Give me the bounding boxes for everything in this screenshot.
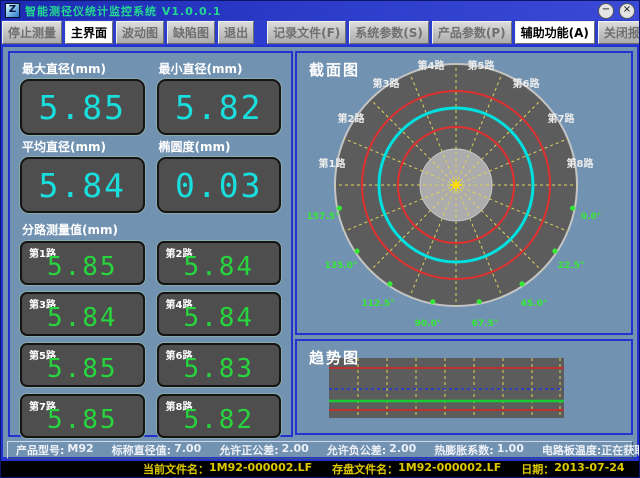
minimize-button[interactable]: − [598,3,614,19]
channel-5-display: 第5路 5.85 [20,343,145,387]
client-area: 最大直径(mm) 5.85 最小直径(mm) 5.82 平均直径(mm) 5.8… [1,45,639,459]
date-value: 2013-07-24 [554,461,624,477]
status-strip: 产品型号: M92 标称直径值: 7.00 允许正公差: 2.00 允许负公差:… [7,441,633,459]
expansion-coef-label: 热膨胀系数: [434,442,493,458]
menu-close-alarm[interactable]: 关闭报警(M) [598,21,640,44]
menu-system-params[interactable]: 系统参数(S) [349,21,429,44]
menu-defect-chart[interactable]: 缺陷图 [167,21,215,44]
channel-3-value: 5.84 [22,303,143,333]
angle-label-90: 90.0° [415,319,442,329]
menu-bar: 停止测量 主界面 波动图 缺陷图 退出 记录文件(F) 系统参数(S) 产品参数… [1,20,639,45]
path-label-8: 第8路 [567,157,595,170]
min-diameter-display: 5.82 [157,79,282,135]
saved-file-value: 1M92-000002.LF [398,461,501,477]
trend-plot-area [329,358,564,418]
avg-diameter-label: 平均直径(mm) [22,138,145,155]
channel-section-label: 分路测量值(mm) [22,221,281,238]
menu-main-view[interactable]: 主界面 [65,21,113,44]
ovality-value: 0.03 [175,166,262,205]
angle-label-45: 45.0° [521,299,548,309]
window-title: 智能测径仪统计监控系统 V1.0.0.1 [25,3,593,19]
path-label-7: 第7路 [548,112,576,125]
path-label-1: 第1路 [319,157,347,170]
pos-tolerance-label: 允许正公差: [219,442,278,458]
trend-title: 趋势图 [309,347,360,368]
min-diameter-value: 5.82 [175,88,262,127]
channel-8-display: 第8路 5.82 [157,394,282,438]
cross-section-title: 截面图 [309,59,360,80]
menu-exit[interactable]: 退出 [218,21,254,44]
product-model-value: M92 [67,442,93,458]
title-bar: Z 智能测径仪统计监控系统 V1.0.0.1 − × [1,1,639,20]
cross-section-chart: 第1路 第2路 第3路 第4路 第5路 第6路 第7路 第8路 [297,53,631,333]
angle-label-135: 135.0° [325,261,358,271]
max-diameter-label: 最大直径(mm) [22,60,145,77]
board-temp-notice: 电路板温度:正在获取，稍等片刻... [542,442,640,458]
current-file-label: 当前文件名： [143,461,209,477]
channel-4-display: 第4路 5.84 [157,292,282,336]
path-label-3: 第3路 [373,77,401,90]
product-model-label: 产品型号: [16,442,64,458]
app-icon: Z [5,3,20,18]
cross-section-panel: 截面图 [295,51,633,335]
avg-diameter-value: 5.84 [39,166,126,205]
menu-aux-functions[interactable]: 辅助功能(A) [515,21,595,44]
nominal-diameter-label: 标称直径值: [112,442,171,458]
menu-record-files[interactable]: 记录文件(F) [267,21,346,44]
channel-7-value: 5.85 [22,405,143,435]
channel-5-value: 5.85 [22,354,143,384]
avg-diameter-display: 5.84 [20,157,145,213]
path-label-2: 第2路 [338,112,366,125]
ovality-display: 0.03 [157,157,282,213]
app-window: Z 智能测径仪统计监控系统 V1.0.0.1 − × 停止测量 主界面 波动图 … [0,0,640,478]
path-label-5: 第5路 [468,59,496,72]
menu-stop-measure[interactable]: 停止测量 [2,21,62,44]
expansion-coef-value: 1.00 [497,442,524,458]
trend-panel: 趋势图 [295,339,633,435]
date-label: 日期： [521,461,554,477]
min-diameter-label: 最小直径(mm) [159,60,282,77]
angle-label-157: 157.5° [307,212,340,222]
channel-6-value: 5.83 [159,354,280,384]
channel-1-display: 第1路 5.85 [20,241,145,285]
channel-6-display: 第6路 5.83 [157,343,282,387]
pos-tolerance-value: 2.00 [282,442,309,458]
channel-2-display: 第2路 5.84 [157,241,282,285]
footer-bar: 当前文件名： 1M92-000002.LF 存盘文件名： 1M92-000002… [1,459,639,477]
path-label-6: 第6路 [513,77,541,90]
neg-tolerance-label: 允许负公差: [327,442,386,458]
angle-label-112: 112.5° [362,299,395,309]
nominal-diameter-value: 7.00 [174,442,201,458]
menu-fluctuation-chart[interactable]: 波动图 [116,21,164,44]
channel-8-value: 5.82 [159,405,280,435]
angle-label-0: 0.0° [581,212,601,222]
close-button[interactable]: × [619,3,635,19]
channel-1-value: 5.85 [22,252,143,282]
angle-label-22: 22.5° [558,261,585,271]
angle-label-67: 67.5° [472,319,499,329]
channel-4-value: 5.84 [159,303,280,333]
channel-3-display: 第3路 5.84 [20,292,145,336]
current-file-value: 1M92-000002.LF [209,461,312,477]
path-label-4: 第4路 [418,59,446,72]
max-diameter-display: 5.85 [20,79,145,135]
neg-tolerance-value: 2.00 [389,442,416,458]
menu-product-params[interactable]: 产品参数(P) [432,21,512,44]
channel-2-value: 5.84 [159,252,280,282]
measurement-panel: 最大直径(mm) 5.85 最小直径(mm) 5.82 平均直径(mm) 5.8… [8,51,293,437]
channel-7-display: 第7路 5.85 [20,394,145,438]
ovality-label: 椭圆度(mm) [159,138,282,155]
saved-file-label: 存盘文件名： [332,461,398,477]
max-diameter-value: 5.85 [39,88,126,127]
